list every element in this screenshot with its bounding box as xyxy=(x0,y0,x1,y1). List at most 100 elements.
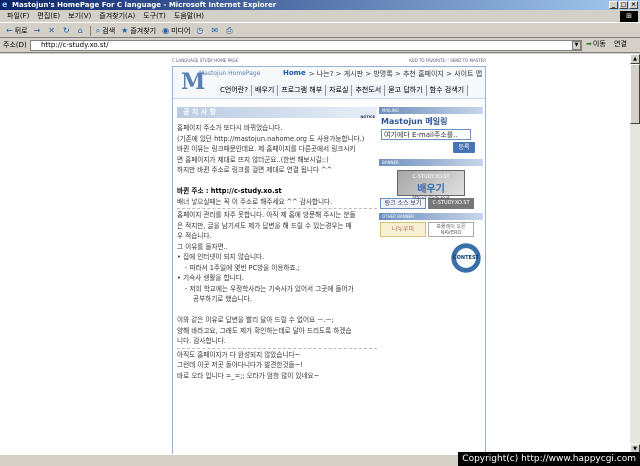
content-line: 바뀐 이유는 링크때문인데요. 제 홈페이지를 다른곳에서 링크시키 xyxy=(177,145,356,153)
menu-bar: 파일(F) 편집(E) 보기(V) 즐겨찾기(A) 도구(T) 도움말(H) xyxy=(0,10,640,23)
toolbar-separator xyxy=(89,25,91,36)
favorites-button[interactable]: ★ 즐겨찾기 xyxy=(118,26,159,36)
print-icon: ⎙ xyxy=(226,25,233,35)
site-banner[interactable]: C-STUDY.XO.ST 배우기 http://c-study.xo.st xyxy=(397,170,465,200)
content-line: 공부하기로 했습니다. xyxy=(193,295,252,303)
print-button[interactable]: ⎙ xyxy=(223,26,237,36)
close-button[interactable]: × xyxy=(629,1,638,9)
search-button[interactable]: ⌕ 검색 xyxy=(93,26,118,36)
notice-title: 공 지 사 항 xyxy=(183,108,217,116)
history-icon: ◷ xyxy=(196,26,204,35)
other-banner-2[interactable]: 포플레이 오픈 NAVERO xyxy=(428,222,474,237)
content-line: - 따라서 1주일에 몇번 PC방을 이용하죠.; xyxy=(185,263,300,272)
site-top-strip: C LANGUAGE STUDY HOME PAGE ADD TO FAVORI… xyxy=(172,58,486,66)
banner-sub: http://c-study.xo.st xyxy=(412,195,450,200)
notice-tag: NOTICE xyxy=(360,115,375,119)
content-line: 집에 인터넷이 되지 않습니다. xyxy=(177,252,377,263)
menu-file[interactable]: 파일(F) xyxy=(3,10,33,23)
mailing-header: MAILING xyxy=(379,107,483,114)
subnav-item[interactable]: C언어란? xyxy=(217,85,252,96)
links-button[interactable]: 연결 xyxy=(614,39,627,49)
subnav-item[interactable]: 묻고 답하기 xyxy=(385,85,427,96)
main-nav: Home > 나는? > 게시판 > 방명록 > 추천 홈페이지 > 사이트 맵 xyxy=(283,69,482,79)
contest-badge[interactable]: CONTEST xyxy=(449,241,483,275)
minimize-button[interactable]: _ xyxy=(609,1,618,9)
content-line: 그런데 이곳 저곳 돌아다니다가 발견한것들~! xyxy=(177,361,303,369)
mail-button[interactable]: ✉ xyxy=(208,26,223,35)
subnav-item[interactable]: 자료실 xyxy=(326,85,353,96)
divider xyxy=(177,208,377,209)
notice-header: 공 지 사 항 NOTICE xyxy=(177,107,377,119)
register-button[interactable]: 등록 xyxy=(453,142,475,153)
stop-button[interactable]: ✕ xyxy=(45,26,60,35)
site-top-left: C LANGUAGE STUDY HOME PAGE xyxy=(172,58,239,63)
back-button[interactable]: ← 뒤로 xyxy=(3,26,31,36)
content-line: 우 적습니다. xyxy=(177,232,212,240)
notice-content: 홈페이지 주소가 또다시 바뀌었습니다. (기존에 있던 http://mast… xyxy=(177,123,377,381)
address-input[interactable]: http://c-study.xo.st/ xyxy=(30,40,582,51)
page-viewport: C LANGUAGE STUDY HOME PAGE ADD TO FAVORI… xyxy=(0,54,630,454)
toolbar: ← 뒤로 → ✕ ↻ ⌂ ⌕ 검색 ★ 즐겨찾기 ◉ 미디어 ◷ ✉ ⎙ xyxy=(0,24,640,38)
other-banner-header: OTHER BANNER xyxy=(379,213,483,220)
content-line: 니다. 감사합니다. xyxy=(177,337,226,345)
home-button[interactable]: ⌂ xyxy=(75,26,88,35)
logo-text: Mastojun HomePage xyxy=(199,70,261,77)
other-banner-1[interactable]: 나누우미 xyxy=(380,222,426,237)
content-line: 은 적지만, 글을 남기셔도 제가 답변을 해 드릴 수 있는경우는 매 xyxy=(177,221,352,230)
scroll-up-arrow[interactable]: ▲ xyxy=(630,54,640,64)
menu-favorites[interactable]: 즐겨찾기(A) xyxy=(95,10,139,23)
stop-icon: ✕ xyxy=(48,26,55,35)
content-line: 아직도 홈페이지가 다 완성되지 않았습니다~ xyxy=(177,350,301,359)
content-line: 기숙사 생활을 합니다. xyxy=(177,273,377,284)
address-dropdown[interactable]: ▼ xyxy=(572,41,581,50)
content-line: 하지만 바뀐 주소로 링크를 걸면 제대로 연결 됩니다 ^^ xyxy=(177,166,333,174)
forward-arrow-icon: → xyxy=(33,26,41,35)
go-button[interactable]: ➡ 이동 xyxy=(586,39,606,49)
mailing-title: Mastojun 메일링 xyxy=(381,117,448,126)
banner-big: 배우기 xyxy=(417,184,445,195)
go-arrow-icon: ➡ xyxy=(586,40,592,48)
search-icon: ⌕ xyxy=(95,25,101,35)
back-arrow-icon: ← xyxy=(6,26,13,35)
content-line: 바로 오타 입니다 =_=;; 오타가 엄청 많이 있네요~ xyxy=(177,371,320,380)
banner-header: BANNER xyxy=(379,159,483,166)
menu-tools[interactable]: 도구(T) xyxy=(139,10,170,23)
address-label: 주소(D) xyxy=(3,41,27,49)
content-line: 이와 같은 이유로 답변을 빨리 달아 드릴 수 없어요 ㅡ.ㅡ; xyxy=(177,316,334,324)
home-icon: ⌂ xyxy=(77,26,83,35)
subnav-item[interactable]: 프로그램 해부 xyxy=(278,85,327,96)
site-header: M Mastojun HomePage Home > 나는? > 게시판 > 방… xyxy=(173,67,485,99)
content-line: 홈페이지 주소가 또다시 바뀌었습니다. xyxy=(177,124,283,132)
email-input[interactable] xyxy=(381,129,471,140)
nav-links[interactable]: > 나는? > 게시판 > 방명록 > 추천 홈페이지 > 사이트 맵 xyxy=(309,69,482,79)
ie-icon: e xyxy=(2,0,8,9)
subnav-item[interactable]: 배우기 xyxy=(251,85,279,96)
divider xyxy=(177,347,377,349)
forward-button[interactable]: → xyxy=(31,26,46,35)
content-line xyxy=(177,176,377,187)
refresh-button[interactable]: ↻ xyxy=(60,26,75,35)
subnav-item[interactable]: 함수 검색기 xyxy=(426,85,469,96)
vertical-scrollbar[interactable]: ▲ ▼ xyxy=(630,54,640,454)
window-title: Mastojun's HomePage For C language - Mic… xyxy=(12,1,277,9)
maximize-button[interactable]: □ xyxy=(619,1,628,9)
sidebar: MAILING Mastojun 메일링 등록 BANNER C-STUDY.X… xyxy=(379,107,483,275)
media-icon: ◉ xyxy=(162,26,170,35)
content-line: 그 이유를 들자면.. xyxy=(177,242,228,251)
scroll-thumb[interactable] xyxy=(630,64,640,124)
star-icon: ★ xyxy=(121,26,129,35)
mail-icon: ✉ xyxy=(211,26,219,35)
menu-edit[interactable]: 편집(E) xyxy=(33,10,64,23)
content-line: (기존에 있던 http://mastojun.nahome.org 도 사용가… xyxy=(177,134,365,143)
content-line: - 저희 학교에는 우정학사라는 기숙사가 있어서 그곳에 들어가 xyxy=(185,284,354,293)
content-line: 홈페이지 관리를 자주 못합니다. 아직 제 홈에 방문해 주시는 분들 xyxy=(177,211,356,219)
copyright-overlay: Copyright(c) http://www.happycgi.com xyxy=(458,452,640,466)
menu-view[interactable]: 보기(V) xyxy=(64,10,95,23)
media-button[interactable]: ◉ 미디어 xyxy=(159,26,193,36)
site-top-right[interactable]: ADD TO FAVORITE :: SEND TO MASTER xyxy=(409,58,486,66)
nav-home[interactable]: Home xyxy=(283,69,306,79)
menu-help[interactable]: 도움말(H) xyxy=(170,10,208,23)
history-button[interactable]: ◷ xyxy=(193,26,208,35)
content-line: 배너 넣으실때는 꼭 이 주소로 해주세요 ^^ 감사합니다. xyxy=(177,197,333,206)
subnav-item[interactable]: 추천도서 xyxy=(352,85,386,96)
